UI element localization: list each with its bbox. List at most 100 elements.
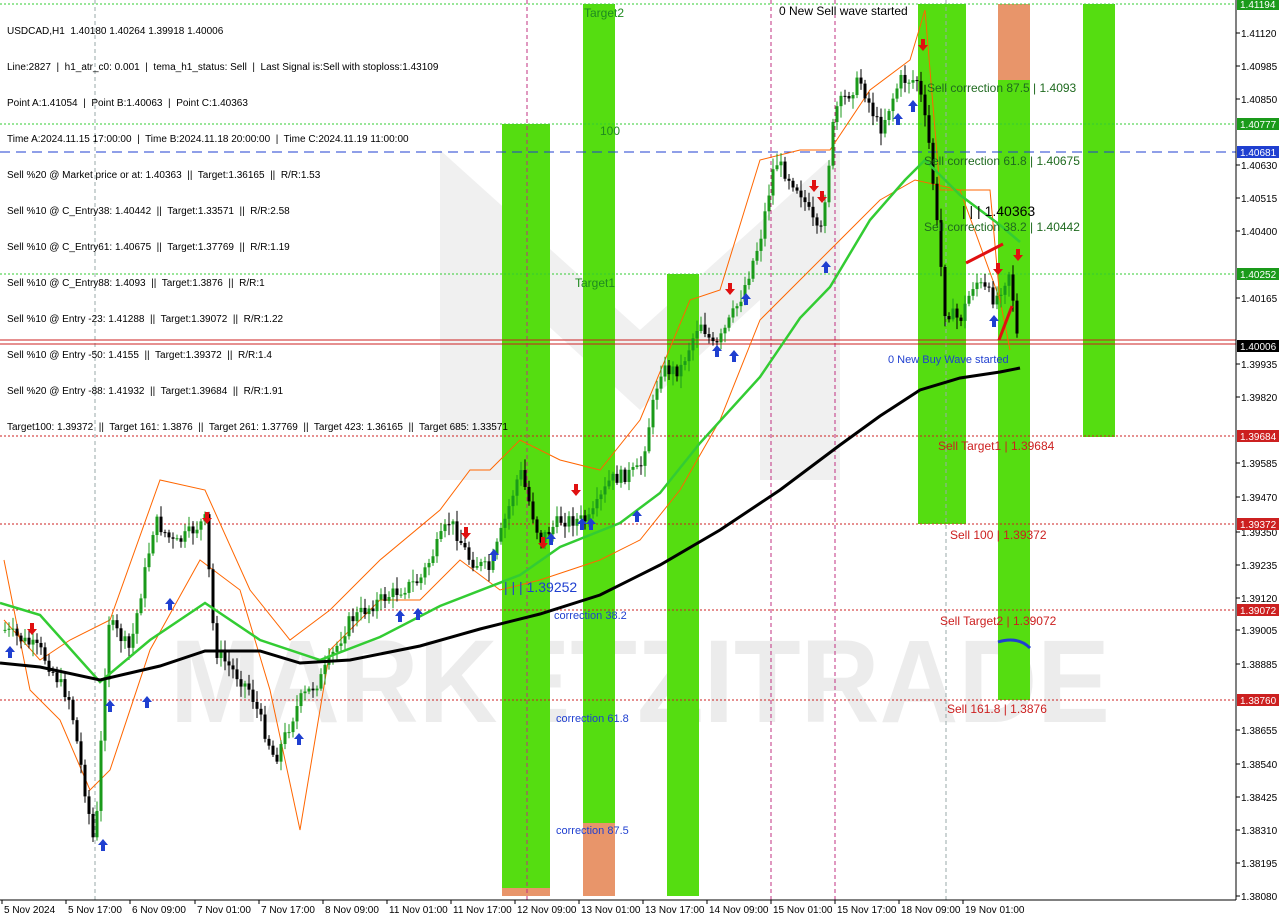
candle-body <box>679 364 683 377</box>
candle-body <box>927 115 931 143</box>
candle-body <box>287 732 291 734</box>
candle-body <box>187 526 191 532</box>
candle-body <box>591 508 595 515</box>
candle-body <box>295 706 299 722</box>
candle-body <box>699 324 703 332</box>
candle-body <box>359 607 363 613</box>
price-tick-label: 1.40985 <box>1241 62 1278 73</box>
zone-rect <box>1083 4 1115 437</box>
chart-annotation: | | | 1.39252 <box>504 579 577 595</box>
candle-body <box>387 597 391 601</box>
chart-annotation: correction 87.5 <box>556 825 629 837</box>
candle-body <box>439 531 443 540</box>
info-line: Sell %10 @ C_Entry88: 1.4093 || Target:1… <box>7 278 265 289</box>
candle-body <box>567 516 571 527</box>
candle-body <box>735 306 739 309</box>
candle-body <box>867 98 871 103</box>
info-line: Time A:2024.11.15 17:00:00 | Time B:2024… <box>7 134 409 145</box>
candle-body <box>683 361 687 365</box>
candle-body <box>783 161 787 179</box>
time-tick-label: 7 Nov 01:00 <box>197 905 251 916</box>
candle-body <box>687 350 691 362</box>
candle-body <box>275 754 279 762</box>
candle-body <box>815 217 819 226</box>
info-line: Target100: 1.39372 || Target 161: 1.3876… <box>7 422 508 433</box>
price-tag-label: 1.41194 <box>1240 0 1276 11</box>
info-line: Sell %20 @ Entry -88: 1.41932 || Target:… <box>7 386 284 397</box>
time-tick-label: 7 Nov 17:00 <box>261 905 315 916</box>
candle-body <box>951 308 955 320</box>
candle-body <box>319 674 323 689</box>
candle-body <box>463 542 467 548</box>
candle-body <box>635 465 639 468</box>
candle-body <box>431 556 435 563</box>
candle-body <box>339 643 343 646</box>
candle-body <box>455 521 459 541</box>
candle-body <box>451 521 455 525</box>
candle-body <box>407 581 411 593</box>
candle-body <box>959 317 963 321</box>
candle-body <box>255 701 259 709</box>
price-tick-label: 1.40630 <box>1241 161 1278 172</box>
candle-body <box>411 581 415 583</box>
candle-body <box>923 94 927 116</box>
candle-body <box>267 738 271 746</box>
price-tick-label: 1.38655 <box>1241 726 1278 737</box>
candle-body <box>975 282 979 290</box>
candle-body <box>467 547 471 560</box>
candle-body <box>767 195 771 212</box>
price-tick-label: 1.38885 <box>1241 660 1278 671</box>
candle-body <box>771 169 775 196</box>
price-tag-label: 1.38760 <box>1240 696 1277 707</box>
time-tick-label: 8 Nov 09:00 <box>325 905 379 916</box>
candle-body <box>799 190 803 198</box>
time-tick-label: 13 Nov 17:00 <box>645 905 705 916</box>
candle-body <box>247 683 251 690</box>
candle-body <box>611 473 615 481</box>
candle-body <box>279 744 283 762</box>
candle-body <box>379 594 383 600</box>
candle-body <box>935 183 939 221</box>
candle-body <box>891 98 895 112</box>
price-tick-label: 1.41120 <box>1241 29 1277 40</box>
chart-annotation: Target2 <box>584 6 624 20</box>
candle-body <box>35 639 39 643</box>
candle-body <box>995 295 999 305</box>
time-tick-label: 15 Nov 01:00 <box>773 905 833 916</box>
candle-body <box>971 289 975 296</box>
candle-body <box>639 465 643 467</box>
candle-body <box>139 598 143 614</box>
time-tick-label: 12 Nov 09:00 <box>517 905 577 916</box>
price-tick-label: 1.39005 <box>1241 626 1278 637</box>
price-tag-label: 1.40777 <box>1240 120 1277 131</box>
price-tick-label: 1.39120 <box>1241 594 1278 605</box>
candle-body <box>315 688 319 691</box>
candle-body <box>155 516 159 536</box>
price-tick-label: 1.38425 <box>1241 793 1278 804</box>
candle-body <box>351 616 355 622</box>
candle-body <box>175 538 179 540</box>
candle-body <box>787 178 791 181</box>
candle-body <box>475 566 479 568</box>
candle-body <box>479 561 483 567</box>
candle-body <box>311 688 315 691</box>
candle-body <box>563 522 567 527</box>
candle-body <box>519 470 523 480</box>
candle-body <box>511 495 515 507</box>
candle-body <box>955 308 959 318</box>
candle-body <box>559 516 563 523</box>
candle-body <box>963 303 967 321</box>
price-tick-label: 1.39935 <box>1241 360 1278 371</box>
candle-body <box>391 588 395 598</box>
candle-body <box>987 286 991 288</box>
candle-body <box>571 516 575 526</box>
price-tag-label: 1.40006 <box>1240 342 1277 353</box>
candle-body <box>11 628 15 630</box>
candle-body <box>487 561 491 570</box>
candle-body <box>231 665 235 670</box>
candle-body <box>595 499 599 509</box>
chart-annotation: | | | 1.40363 <box>962 203 1035 219</box>
candle-body <box>251 689 255 702</box>
candle-body <box>151 535 155 554</box>
candle-body <box>31 639 35 645</box>
